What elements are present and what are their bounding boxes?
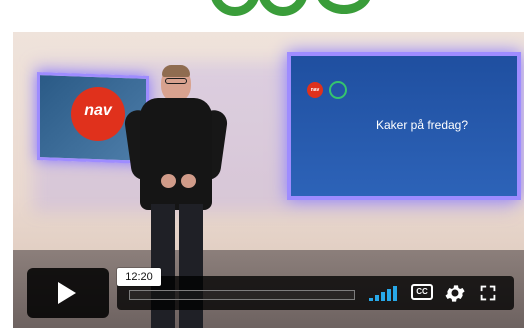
fullscreen-icon[interactable] [477,282,499,304]
volume-bar [375,295,379,301]
presenter-right-hand [181,174,196,188]
top-green-heading-fragment [0,0,524,32]
presenter-hair [162,65,190,77]
green-letter-shape [258,0,308,16]
play-icon [58,282,76,304]
volume-bar [381,292,385,301]
page-root: nav nav Kaker på fredag? CC 12:20 [0,0,524,328]
presenter-glasses [165,78,187,84]
progress-bar[interactable] [129,290,355,300]
nav-badge-text: nav [310,87,320,93]
green-letter-shape [210,0,260,16]
volume-bar [369,298,373,301]
nav-badge: nav [307,82,323,98]
play-button[interactable] [27,268,109,318]
presenter-left-hand [161,174,176,188]
green-letter-shape [316,0,372,14]
cc-label: CC [416,287,428,296]
right-display-screen: nav Kaker på fredag? [287,52,521,200]
gear-icon[interactable] [443,281,467,305]
volume-bar [393,286,397,301]
volume-bar [387,289,391,301]
control-bar: CC [117,276,514,310]
cc-button[interactable]: CC [411,284,433,300]
slide-title: Kaker på fredag? [375,118,469,132]
presenter-torso [140,98,212,210]
nav-logo-text: nav [84,102,112,119]
video-player[interactable]: nav nav Kaker på fredag? CC 12:20 [13,32,524,328]
leaf-logo [329,81,347,99]
time-badge: 12:20 [117,268,161,286]
volume-icon[interactable] [369,285,399,301]
